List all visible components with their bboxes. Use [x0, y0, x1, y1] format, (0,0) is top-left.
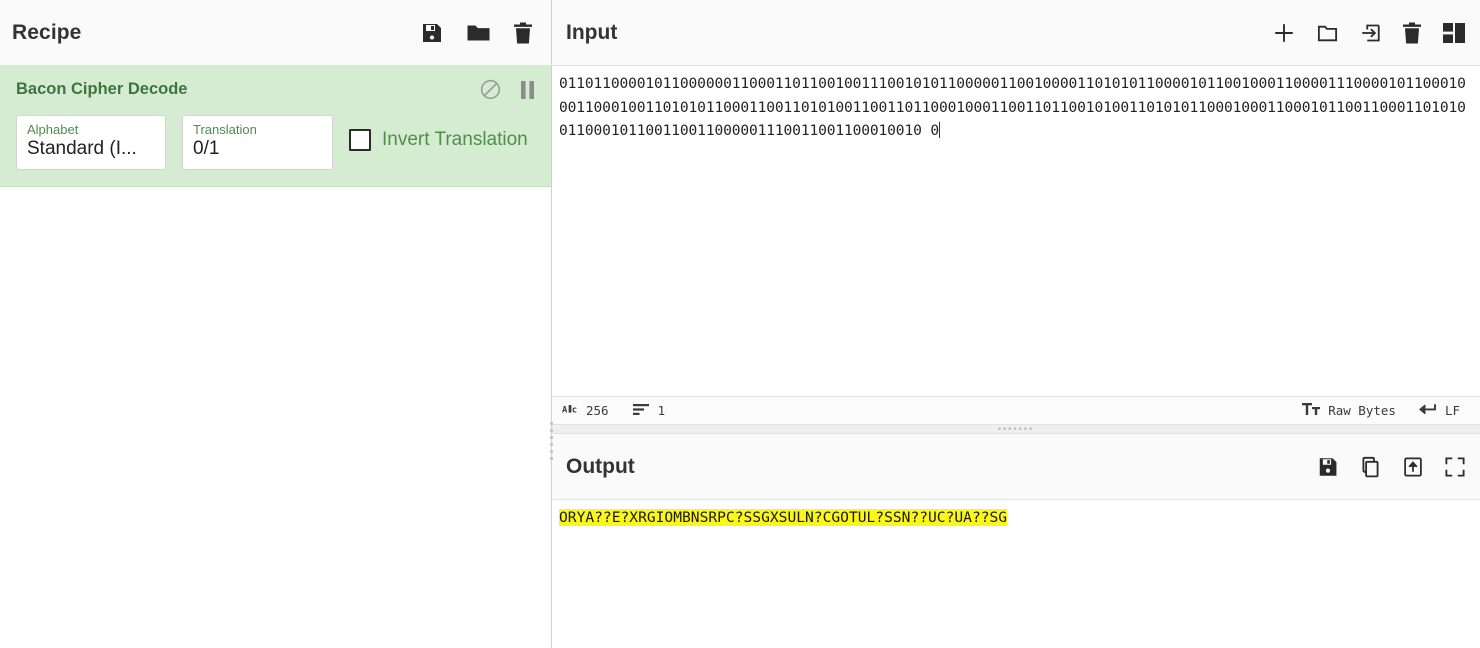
disable-operation-icon[interactable] [479, 78, 502, 101]
copy-output-icon[interactable] [1359, 455, 1382, 479]
input-title-bar: Input [552, 0, 1480, 66]
splitter-grip-icon: ▪▪▪▪▪▪▪ [997, 423, 1035, 434]
input-eol-status[interactable]: LF [1418, 402, 1460, 419]
splitter-dot [549, 443, 553, 446]
input-pane-title: Input [566, 20, 618, 44]
output-pane: Output ORYA??E?XRGIOMBNSRPC?SSGXSULN?CGO… [552, 434, 1480, 648]
splitter-dot [549, 457, 553, 460]
io-column: Input 0110110000101100000011000110110010… [552, 0, 1480, 648]
input-eol-value: LF [1444, 403, 1460, 418]
alphabet-label: Alphabet [27, 122, 79, 137]
load-recipe-icon[interactable] [466, 21, 491, 45]
input-lines-value: 1 [657, 403, 666, 418]
input-encoding-value: Raw Bytes [1328, 403, 1396, 418]
operation-title: Bacon Cipher Decode [16, 80, 188, 98]
reset-pane-layout-icon[interactable] [1442, 22, 1466, 44]
input-status-right: Raw Bytes LF [1302, 402, 1474, 419]
recipe-operation-bacon-cipher-decode[interactable]: Bacon Cipher Decode Alphabet Standard (I… [0, 66, 551, 187]
output-textarea[interactable]: ORYA??E?XRGIOMBNSRPC?SSGXSULN?CGOTUL?SSN… [552, 500, 1480, 648]
cyberchef-app: Recipe Bacon Cipher Decode Alphabet Stan… [0, 0, 1480, 648]
invert-translation-label: Invert Translation [382, 129, 528, 150]
input-pane: Input 0110110000101100000011000110110010… [552, 0, 1480, 424]
output-toolbar [1317, 455, 1466, 479]
save-output-icon[interactable] [1317, 455, 1339, 479]
splitter-dot [549, 422, 553, 425]
recipe-pane-title: Recipe [12, 20, 82, 44]
alphabet-value: Standard (I... [27, 138, 137, 159]
input-lines-status[interactable]: 1 [632, 403, 666, 419]
io-vertical-splitter[interactable]: ▪▪▪▪▪▪▪ [552, 424, 1480, 434]
open-file-as-input-icon[interactable] [1359, 21, 1382, 45]
alphabet-field[interactable]: Alphabet Standard (I... [16, 115, 166, 170]
translation-label: Translation [193, 122, 257, 137]
open-folder-as-input-icon[interactable] [1316, 21, 1339, 45]
output-title-bar: Output [552, 434, 1480, 500]
text-encoding-icon [1302, 402, 1321, 419]
operation-arguments: Alphabet Standard (I... Translation 0/1 … [16, 115, 535, 170]
replace-input-with-output-icon[interactable] [1402, 455, 1424, 479]
input-encoding-status[interactable]: Raw Bytes [1302, 402, 1396, 419]
operation-controls [479, 78, 535, 101]
add-input-tab-icon[interactable] [1272, 21, 1296, 45]
operation-header: Bacon Cipher Decode [16, 78, 535, 101]
splitter-dot [549, 436, 553, 439]
clear-recipe-icon[interactable] [513, 21, 533, 45]
pause-breakpoint-icon[interactable] [520, 80, 535, 100]
output-text-content: ORYA??E?XRGIOMBNSRPC?SSGXSULN?CGOTUL?SSN… [559, 509, 1008, 526]
input-status-bar: A c 256 1 Raw Bytes LF [552, 396, 1480, 424]
checkbox-box-icon[interactable] [349, 129, 371, 151]
output-pane-title: Output [566, 454, 635, 478]
translation-value: 0/1 [193, 138, 220, 159]
svg-text:A: A [562, 405, 568, 415]
input-length-value: 256 [586, 403, 609, 418]
io-horizontal-splitter[interactable] [548, 418, 554, 648]
input-length-status[interactable]: A c 256 [562, 403, 609, 419]
recipe-title-bar: Recipe [0, 0, 551, 66]
input-toolbar [1272, 21, 1466, 45]
save-recipe-icon[interactable] [420, 21, 444, 45]
recipe-toolbar [420, 21, 533, 45]
invert-translation-checkbox[interactable]: Invert Translation [349, 115, 528, 151]
recipe-pane: Recipe Bacon Cipher Decode Alphabet Stan… [0, 0, 552, 648]
svg-text:c: c [572, 405, 577, 415]
text-caret [939, 122, 940, 138]
input-text-content: 0110110000101100000011000110110010011100… [559, 75, 1466, 139]
line-count-icon [632, 403, 650, 419]
maximise-output-icon[interactable] [1444, 456, 1466, 478]
clear-input-icon[interactable] [1402, 21, 1422, 45]
input-textarea[interactable]: 0110110000101100000011000110110010011100… [552, 66, 1480, 396]
recipe-operation-list[interactable]: Bacon Cipher Decode Alphabet Standard (I… [0, 66, 551, 648]
translation-field[interactable]: Translation 0/1 [182, 115, 333, 170]
character-count-icon: A c [562, 403, 578, 419]
line-ending-icon [1418, 402, 1437, 419]
splitter-dot [549, 429, 553, 432]
splitter-dot [549, 450, 553, 453]
